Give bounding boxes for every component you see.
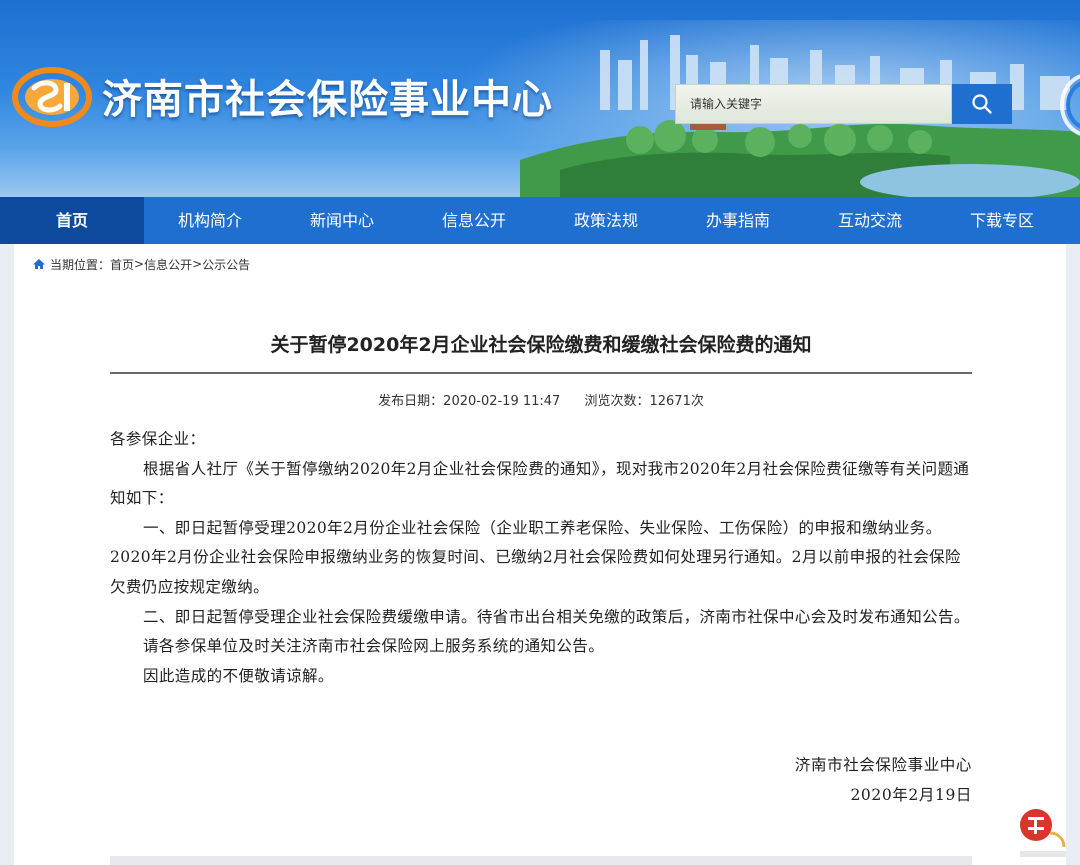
nav-item-interaction[interactable]: 互动交流 [804,197,936,244]
breadcrumb-prefix: 当期位置： [50,257,111,272]
views-label: 浏览次数： [584,394,650,409]
body-paragraph: 请各参保单位及时关注济南市社会保险网上服务系统的通知公告。 [143,637,605,656]
publish-date: 发布日期：2020-02-19 11:47 [378,394,560,409]
main-nav: 首页 机构简介 新闻中心 信息公开 政策法规 办事指南 互动交流 下载专区 [0,197,1080,244]
decorative-ring [1060,74,1080,136]
nav-item-disclosure[interactable]: 信息公开 [408,197,540,244]
breadcrumb-announcements[interactable]: 公示公告 [202,256,250,273]
watermark-stamp-icon [1020,809,1066,857]
nav-item-policy[interactable]: 政策法规 [540,197,672,244]
breadcrumb-disclosure[interactable]: 信息公开 [144,256,192,273]
nav-item-about[interactable]: 机构简介 [144,197,276,244]
site-title[interactable]: 济南市社会保险事业中心 [102,72,553,128]
view-count: 浏览次数：12671次 [584,394,703,409]
nav-item-download[interactable]: 下载专区 [936,197,1068,244]
search-button[interactable] [952,84,1012,124]
header-banner: 济南市社会保险事业中心 [0,0,1080,197]
breadcrumb: 当期位置： 首页 > 信息公开 > 公示公告 [32,256,250,272]
body-paragraph: 根据省人社厅《关于暂停缴纳2020年2月企业社会保险费的通知》，现对我市2020… [110,459,970,508]
signature-org: 济南市社会保险事业中心 [794,756,972,774]
views-value: 12671次 [649,394,704,409]
article-meta: 发布日期：2020-02-19 11:47 浏览次数：12671次 [110,390,972,409]
breadcrumb-home[interactable]: 首页 [110,256,134,273]
body-paragraph: 二、即日起暂停受理企业社会保险费缓缴申请。待省市出台相关免缴的政策后，济南市社保… [143,607,970,626]
search-icon [972,94,992,114]
search-box [675,84,952,124]
publish-value: 2020-02-19 11:47 [443,394,561,409]
signature-date: 2020年2月19日 [850,786,972,804]
body-paragraph: 因此造成的不便敬请谅解。 [143,666,334,685]
article-title: 关于暂停2020年2月企业社会保险缴费和缓缴社会保险费的通知 [270,334,812,356]
nav-item-guide[interactable]: 办事指南 [672,197,804,244]
signature-block: 济南市社会保险事业中心 2020年2月19日 [614,750,972,810]
nav-item-news[interactable]: 新闻中心 [276,197,408,244]
article-footer-bar [110,856,972,865]
breadcrumb-separator: > [134,257,145,271]
breadcrumb-separator: > [192,257,203,271]
content-panel: 当期位置： 首页 > 信息公开 > 公示公告 关于暂停2020年2月企业社会保险… [14,244,1066,865]
body-paragraph: 一、即日起暂停受理2020年2月份企业社会保险（企业职工养老保险、失业保险、工伤… [110,518,961,596]
title-divider [110,372,972,374]
nav-item-home[interactable]: 首页 [0,197,144,244]
search-input[interactable] [676,85,951,123]
home-icon [33,259,45,269]
publish-label: 发布日期： [378,394,444,409]
si-logo-icon [12,67,92,127]
salutation: 各参保企业： [110,430,206,448]
article-body: 各参保企业： 根据省人社厅《关于暂停缴纳2020年2月企业社会保险费的通知》，现… [110,425,976,691]
